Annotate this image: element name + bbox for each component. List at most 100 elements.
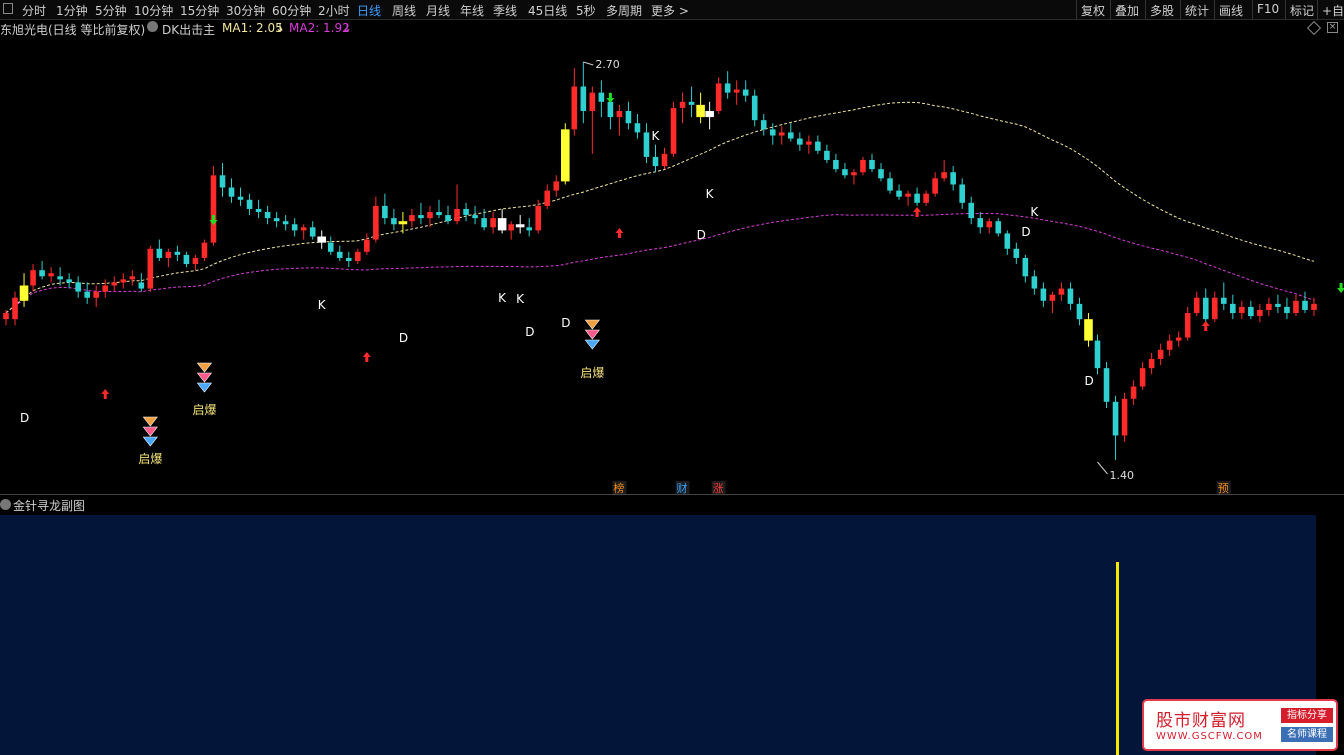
- candle-body: [129, 276, 136, 280]
- watermark-logo: 股市财富网 WWW.GSCFW.COM 指标分享 名师课程: [1142, 699, 1338, 751]
- candle-body: [183, 254, 190, 265]
- candle-body: [382, 205, 388, 219]
- candle-body: [815, 141, 821, 151]
- candle-body: [769, 129, 776, 136]
- sub-toggle-icon[interactable]: [0, 499, 11, 510]
- candle-body: [778, 132, 785, 136]
- candle-body: [454, 208, 460, 222]
- candle-body: [1004, 233, 1011, 249]
- candle-body: [1293, 300, 1299, 314]
- candle-body: [1139, 368, 1146, 387]
- panel-divider[interactable]: [0, 494, 1344, 495]
- candle-body: [192, 257, 199, 265]
- ma2-line: [5, 212, 1315, 314]
- sub-signal-bar: [1116, 562, 1119, 755]
- candle-body: [733, 89, 740, 93]
- k-marker: K: [706, 187, 715, 201]
- candle-body: [589, 92, 596, 111]
- candle-body: [398, 221, 408, 225]
- candle-body: [1076, 303, 1083, 320]
- candle-body: [1230, 303, 1236, 314]
- candle-body: [472, 215, 478, 219]
- candle-body: [887, 178, 893, 191]
- candle-body: [851, 172, 857, 176]
- candlestick-chart[interactable]: 2.701.40K K KKKKDD DDD DD启爆启爆启爆榜财涨预: [0, 0, 1344, 494]
- candle-body: [696, 104, 705, 118]
- gem-stack-icon: [584, 319, 600, 330]
- watermark-url: WWW.GSCFW.COM: [1156, 731, 1263, 742]
- candle-body: [652, 156, 659, 167]
- candle-body: [345, 257, 352, 261]
- candle-body: [968, 202, 975, 219]
- watermark-tag-share: 指标分享: [1281, 708, 1333, 723]
- gem-stack-icon: [142, 416, 158, 427]
- d-marker: D: [697, 228, 706, 242]
- candle-body: [273, 218, 280, 222]
- candle-body: [986, 221, 993, 228]
- gem-stack-icon: [196, 362, 213, 373]
- candle-body: [923, 193, 929, 203]
- candle-body: [824, 150, 830, 160]
- candle-body: [490, 218, 496, 228]
- candle-body: [481, 218, 487, 228]
- candle-body: [705, 110, 714, 118]
- candle-body: [30, 270, 36, 286]
- candle-body: [932, 178, 938, 194]
- sell-arrow-icon: [606, 93, 615, 103]
- candle-body: [147, 248, 154, 289]
- candle-body: [878, 169, 884, 179]
- candle-body: [93, 291, 100, 298]
- candle-body: [1148, 358, 1155, 369]
- candle-body: [1275, 303, 1281, 307]
- candle-body: [48, 273, 54, 277]
- candle-body: [57, 276, 63, 280]
- candle-body: [1031, 276, 1038, 289]
- candle-body: [165, 251, 172, 258]
- d-marker: D: [399, 331, 408, 345]
- high-price-label: 2.70: [595, 58, 620, 71]
- candle-body: [201, 242, 208, 258]
- candle-body: [174, 251, 181, 255]
- qibao-label: 启爆: [580, 366, 604, 380]
- candle-body: [1094, 340, 1101, 369]
- low-pointer: [1097, 461, 1108, 475]
- candle-body: [255, 208, 262, 213]
- candle-body: [751, 95, 758, 121]
- candle-body: [553, 181, 560, 191]
- bottom-tag: 财: [677, 481, 688, 494]
- d-marker: D: [525, 325, 534, 339]
- candle-body: [688, 101, 695, 105]
- candle-body: [1084, 319, 1093, 341]
- candle-body: [715, 83, 722, 111]
- gem-stack-icon: [196, 372, 213, 383]
- candle-body: [526, 227, 532, 231]
- bottom-tag: 榜: [613, 481, 624, 494]
- candle-body: [237, 196, 244, 200]
- candle-body: [445, 215, 451, 222]
- candle-body: [643, 132, 650, 157]
- candle-body: [1284, 306, 1290, 314]
- candle-body: [833, 159, 839, 170]
- watermark-title: 股市财富网: [1156, 711, 1246, 731]
- candle-body: [670, 107, 677, 154]
- candle-body: [742, 89, 749, 96]
- candle-body: [760, 120, 767, 130]
- candle-body: [111, 282, 118, 286]
- gem-stack-icon: [584, 339, 600, 350]
- candle-body: [905, 193, 911, 197]
- d-marker: D: [561, 316, 570, 330]
- candle-body: [1257, 309, 1263, 317]
- candle-body: [896, 190, 902, 197]
- candle-body: [788, 132, 794, 139]
- candle-body: [373, 205, 379, 240]
- candle-body: [418, 215, 424, 219]
- d-marker: D: [1084, 374, 1093, 388]
- candle-body: [535, 205, 542, 231]
- candle-body: [3, 313, 9, 320]
- candle-body: [616, 110, 623, 118]
- candle-body: [463, 208, 469, 216]
- candle-body: [1248, 306, 1254, 317]
- candle-body: [544, 190, 551, 206]
- candle-body: [1067, 288, 1074, 304]
- candle-body: [1013, 248, 1020, 258]
